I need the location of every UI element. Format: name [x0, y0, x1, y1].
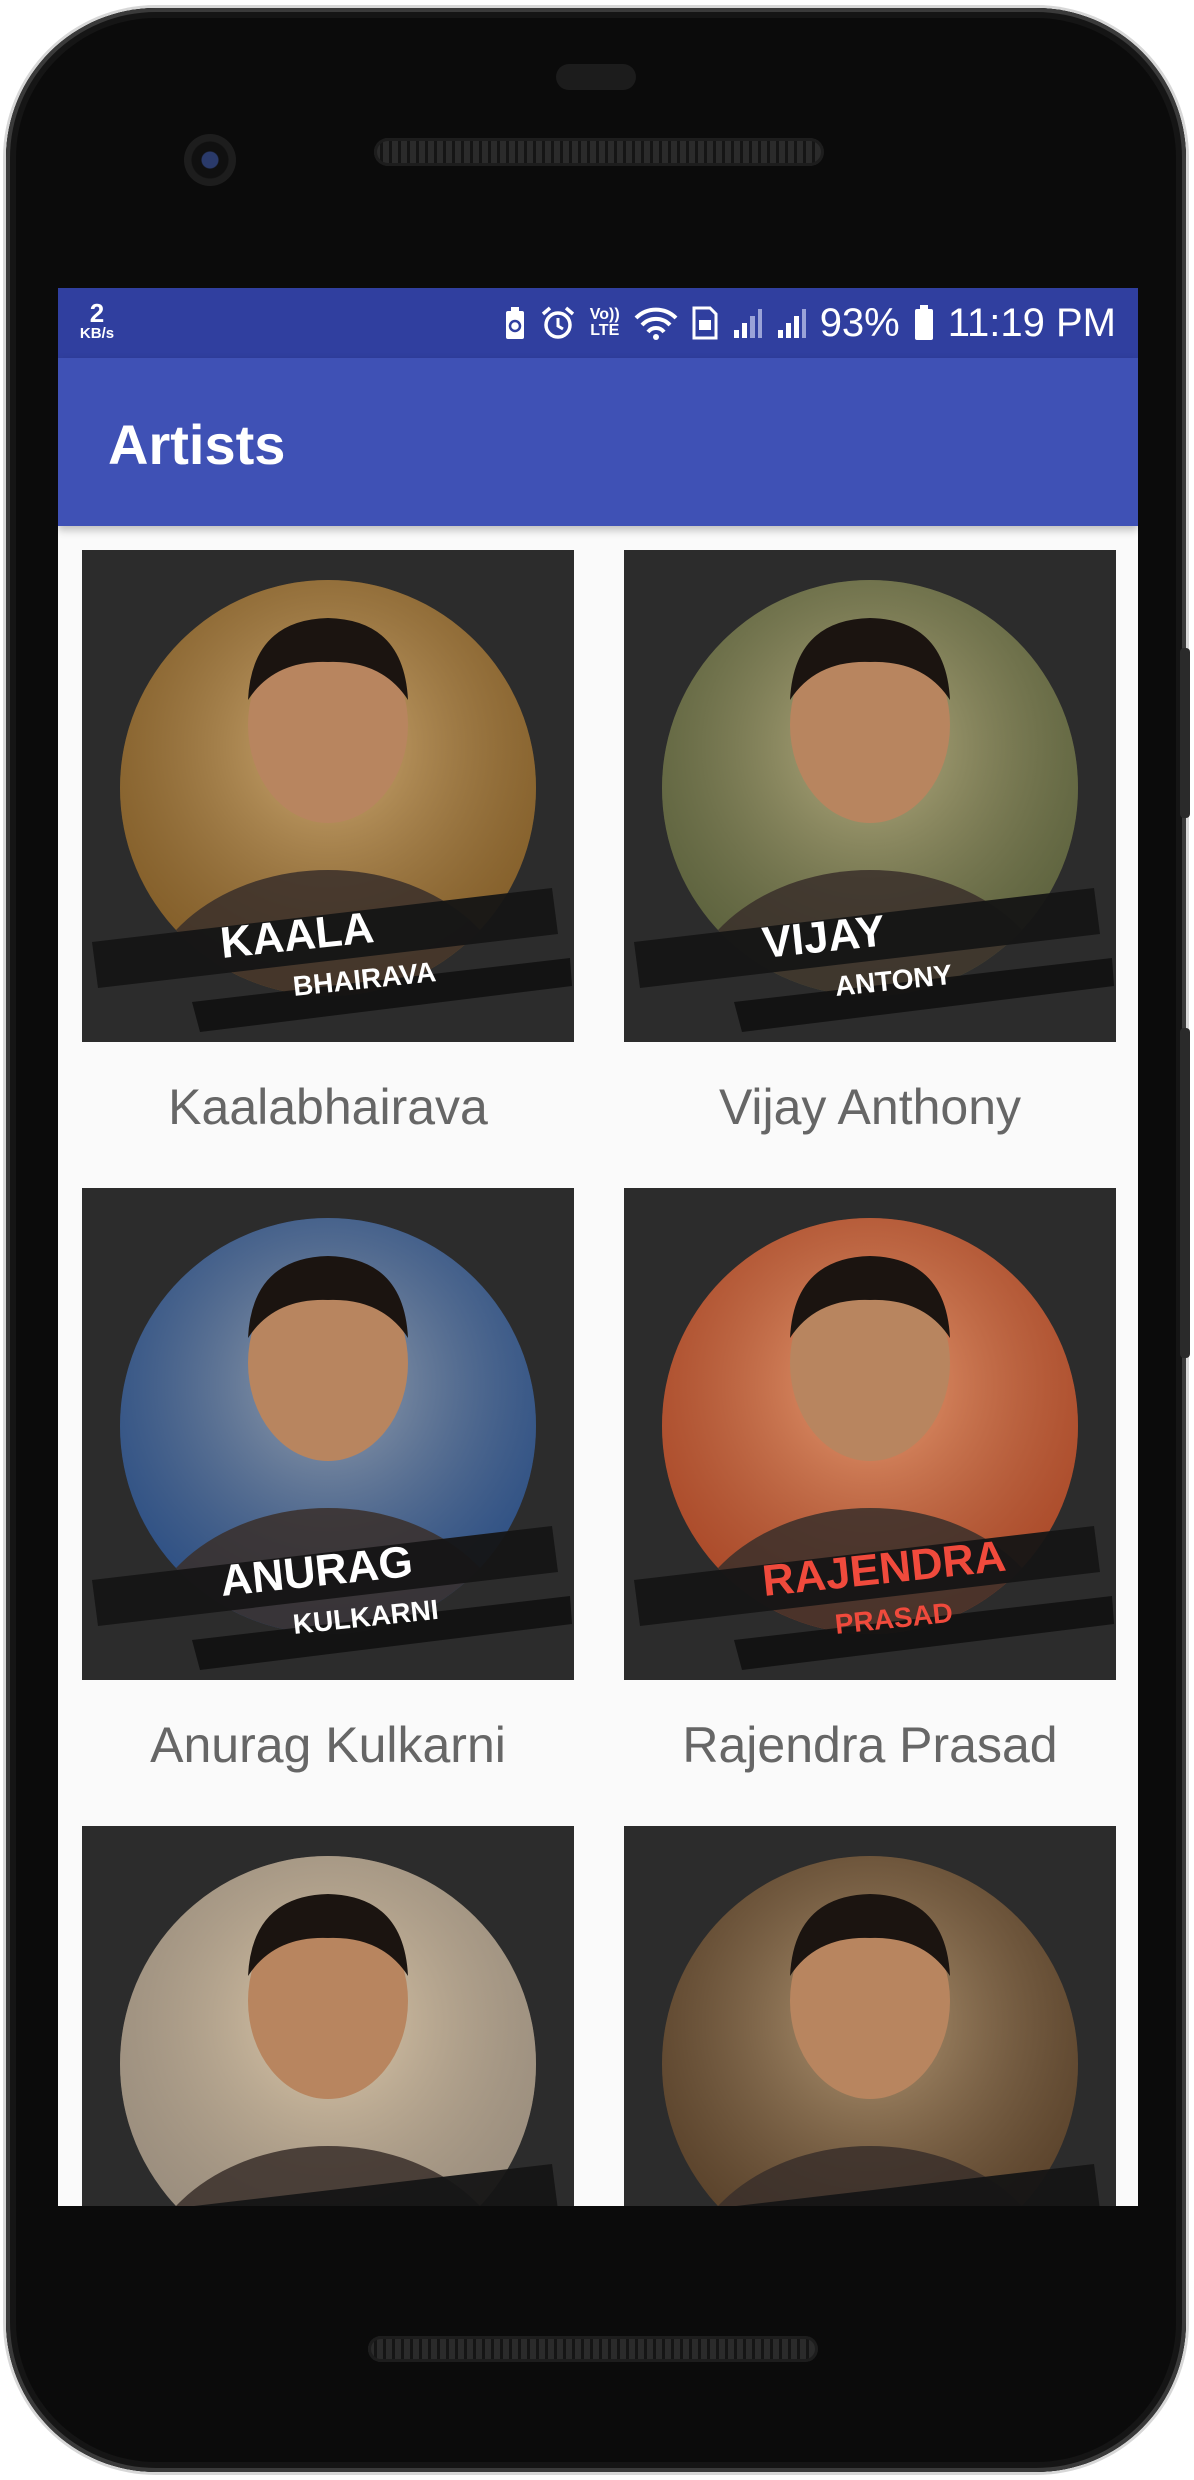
volume-button: [1180, 648, 1190, 818]
artist-image[interactable]: KAALA BHAIRAVA: [82, 550, 574, 1042]
artist-name: Vijay Anthony: [718, 1079, 1022, 1135]
volte-bottom-label: LTE: [590, 322, 620, 339]
earpiece-speaker: [374, 138, 824, 166]
network-speed-unit: KB/s: [79, 325, 115, 342]
artist-image[interactable]: [624, 1826, 1116, 2206]
artist-name: Rajendra Prasad: [682, 1717, 1058, 1773]
status-bar: 2 KB/s Vo)) LTE 93% 11:19 PM: [58, 288, 1138, 358]
app-bar: Artists: [58, 358, 1138, 526]
power-button: [1180, 1028, 1190, 1358]
signal-strength-icon-2: [776, 308, 806, 338]
artist-image[interactable]: RAJENDRA PRASAD: [624, 1188, 1116, 1680]
screen: 2 KB/s Vo)) LTE 93% 11:19 PM Artists KAA…: [58, 288, 1138, 2206]
bottom-speaker: [368, 2336, 818, 2362]
volte-icon: Vo)) LTE: [590, 307, 620, 339]
artist-name: Anurag Kulkarni: [150, 1717, 506, 1773]
recycle-battery-icon: [504, 306, 526, 340]
network-speed: 2 KB/s: [72, 300, 122, 341]
alarm-icon: [540, 305, 576, 341]
page-title: Artists: [108, 413, 286, 476]
battery-percent: 93%: [819, 300, 900, 345]
network-speed-value: 2: [89, 298, 105, 328]
artist-image[interactable]: VIJAY ANTONY: [624, 550, 1116, 1042]
artist-image[interactable]: [82, 1826, 574, 2206]
artist-image[interactable]: ANURAG KULKARNI: [82, 1188, 574, 1680]
battery-icon: [914, 305, 934, 341]
artist-name: Kaalabhairava: [168, 1079, 488, 1135]
signal-strength-icon-1: [732, 308, 762, 338]
phone-frame: 2 KB/s Vo)) LTE 93% 11:19 PM Artists KAA…: [6, 8, 1190, 2472]
sensor-slot: [556, 64, 636, 90]
volte-top-label: Vo)): [589, 306, 620, 323]
sim-card-icon: [692, 306, 718, 340]
wifi-icon: [634, 306, 678, 340]
status-icons: Vo)) LTE 93% 11:19 PM: [504, 288, 1116, 358]
front-camera: [184, 134, 236, 186]
clock: 11:19 PM: [947, 300, 1116, 345]
